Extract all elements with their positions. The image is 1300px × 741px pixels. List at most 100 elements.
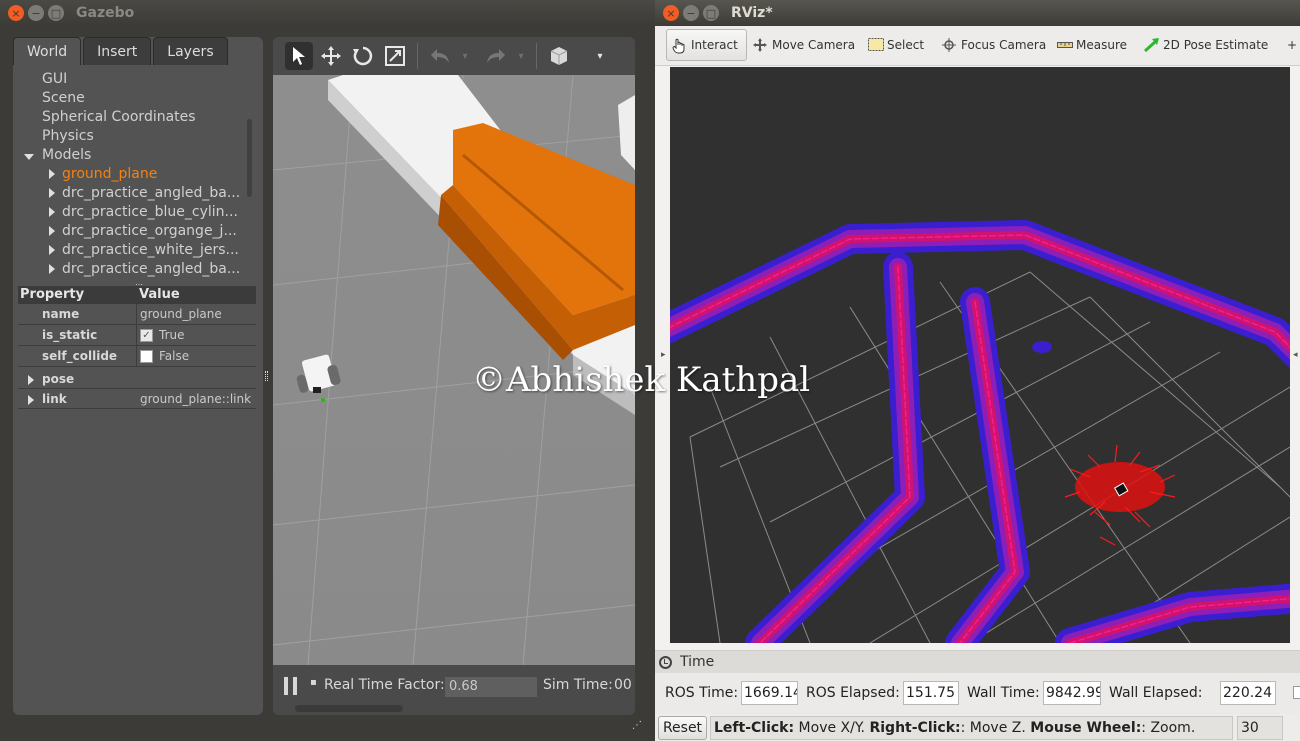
close-button[interactable]: ×: [663, 5, 679, 21]
focus-camera-button[interactable]: Focus Camera: [937, 29, 1051, 61]
tree-item-scene[interactable]: Scene: [42, 90, 85, 106]
add-tool-icon[interactable]: +: [1287, 29, 1297, 61]
redo-icon[interactable]: [482, 42, 510, 70]
toolbar-dropdown-icon[interactable]: ▾: [593, 42, 607, 70]
translate-icon[interactable]: [317, 42, 345, 70]
maximize-button[interactable]: □: [703, 5, 719, 21]
tree-item-model[interactable]: ground_plane: [62, 166, 157, 182]
wall-elapsed-label: Wall Elapsed:: [1109, 685, 1203, 701]
expand-right-icon[interactable]: [49, 188, 55, 198]
world-tree: GUI Scene Spherical Coordinates Physics …: [13, 67, 263, 289]
tree-item-model[interactable]: drc_practice_white_jers...: [62, 242, 239, 258]
ros-elapsed-field[interactable]: 151.75: [903, 681, 959, 705]
ros-time-label: ROS Time:: [665, 685, 739, 701]
expand-down-icon[interactable]: [24, 154, 34, 160]
property-row-link[interactable]: link ground_plane::link: [18, 389, 256, 409]
property-row-name: name ground_plane: [18, 304, 256, 325]
interact-button[interactable]: Interact: [666, 29, 747, 61]
property-value[interactable]: ground_plane: [137, 307, 222, 321]
wall-time-field[interactable]: 9842.99: [1043, 681, 1101, 705]
minimize-button[interactable]: −: [28, 5, 44, 21]
tree-item-model[interactable]: drc_practice_angled_ba...: [62, 185, 240, 201]
expand-right-icon[interactable]: [28, 395, 34, 405]
expand-right-icon[interactable]: [49, 245, 55, 255]
tree-scrollbar[interactable]: [247, 119, 252, 197]
tree-item-model[interactable]: drc_practice_angled_ba...: [62, 261, 240, 277]
tree-item-physics[interactable]: Physics: [42, 128, 94, 144]
collapse-left-icon[interactable]: ▸: [661, 350, 666, 360]
move-camera-button[interactable]: Move Camera: [748, 29, 860, 61]
expand-right-icon[interactable]: [49, 207, 55, 217]
scale-icon[interactable]: [381, 42, 409, 70]
checkbox-unchecked[interactable]: [140, 349, 153, 363]
time-panel-header: Time: [655, 651, 1300, 673]
tree-item-model[interactable]: drc_practice_organge_j...: [62, 223, 237, 239]
property-name: self_collide: [18, 346, 137, 366]
select-arrow-icon[interactable]: [285, 42, 313, 70]
wall-elapsed-field[interactable]: 220.24: [1220, 681, 1276, 705]
tab-world[interactable]: World: [13, 37, 82, 65]
watermark: ©Abhishek Kathpal: [472, 360, 811, 400]
resize-grip-icon[interactable]: ⋰: [632, 720, 642, 731]
help-key: Right-Click:: [869, 720, 961, 736]
gazebo-titlebar: × − □ Gazebo: [0, 0, 655, 26]
close-button[interactable]: ×: [8, 5, 24, 21]
tree-item-models[interactable]: Models: [42, 147, 91, 163]
expand-right-icon[interactable]: [49, 226, 55, 236]
horizontal-scrollbar[interactable]: [295, 705, 403, 712]
2d-pose-estimate-button[interactable]: 2D Pose Estimate: [1139, 29, 1273, 61]
help-desc: : Zoom.: [1141, 720, 1196, 736]
rotate-icon[interactable]: [349, 42, 377, 70]
step-icon[interactable]: ▪: [310, 677, 317, 688]
undo-dropdown-icon[interactable]: ▾: [458, 42, 472, 70]
time-panel: Time ROS Time: 1669.14 ROS Elapsed: 151.…: [655, 650, 1300, 714]
measure-button[interactable]: Measure: [1052, 29, 1132, 61]
expand-right-icon[interactable]: [28, 375, 34, 385]
value-column-header: Value: [139, 287, 180, 302]
tree-item-spherical-coordinates[interactable]: Spherical Coordinates: [42, 109, 196, 125]
tool-label: Select: [887, 38, 925, 52]
minimize-button[interactable]: −: [683, 5, 699, 21]
green-arrow-icon: [1143, 38, 1159, 53]
real-time-factor-label: Real Time Factor:: [324, 677, 445, 693]
world-panel: World Insert Layers GUI Scene Spherical …: [13, 37, 263, 715]
property-name: name: [18, 304, 137, 324]
rviz-render-view[interactable]: [670, 67, 1290, 643]
help-desc: Move X/Y.: [794, 720, 870, 736]
property-name: is_static: [18, 325, 137, 345]
window-title: RViz*: [731, 5, 773, 21]
redo-dropdown-icon[interactable]: ▾: [514, 42, 528, 70]
undo-icon[interactable]: [426, 42, 454, 70]
property-row-is-static: is_static ✓ True: [18, 325, 256, 346]
rviz-titlebar: × − □ RViz*: [655, 0, 1300, 26]
help-key: Left-Click:: [714, 720, 795, 736]
expand-right-icon[interactable]: [49, 264, 55, 274]
reset-button[interactable]: Reset: [658, 716, 707, 740]
time-panel-title: Time: [680, 654, 715, 670]
sim-time-label: Sim Time:: [543, 677, 613, 693]
property-row-pose[interactable]: pose: [18, 369, 256, 389]
experimental-checkbox[interactable]: [1293, 686, 1300, 699]
tree-item-model[interactable]: drc_practice_blue_cylin...: [62, 204, 238, 220]
panel-tabs: World Insert Layers: [13, 37, 230, 65]
sim-time-value: 00: [614, 677, 632, 693]
select-button[interactable]: Select: [863, 29, 929, 61]
tree-item-gui[interactable]: GUI: [42, 71, 67, 87]
move-camera-icon: [753, 38, 767, 52]
tab-insert[interactable]: Insert: [83, 37, 152, 65]
collapse-right-icon[interactable]: ◂: [1293, 350, 1298, 360]
window-title: Gazebo: [76, 5, 135, 21]
property-value: False: [159, 349, 190, 363]
splitter-handle[interactable]: [265, 371, 268, 381]
status-bar: Reset Left-Click: Move X/Y. Right-Click:…: [655, 714, 1300, 741]
expand-right-icon[interactable]: [49, 169, 55, 179]
pause-icon[interactable]: [284, 677, 298, 695]
ros-time-field[interactable]: 1669.14: [741, 681, 798, 705]
box-icon[interactable]: [545, 42, 573, 70]
property-value-cell: ✓ True: [137, 328, 185, 342]
tool-label: Move Camera: [772, 38, 856, 52]
help-text: Left-Click: Move X/Y. Right-Click:: Move…: [710, 716, 1233, 740]
maximize-button[interactable]: □: [48, 5, 64, 21]
checkbox-checked[interactable]: ✓: [140, 328, 153, 342]
tab-layers[interactable]: Layers: [153, 37, 228, 65]
